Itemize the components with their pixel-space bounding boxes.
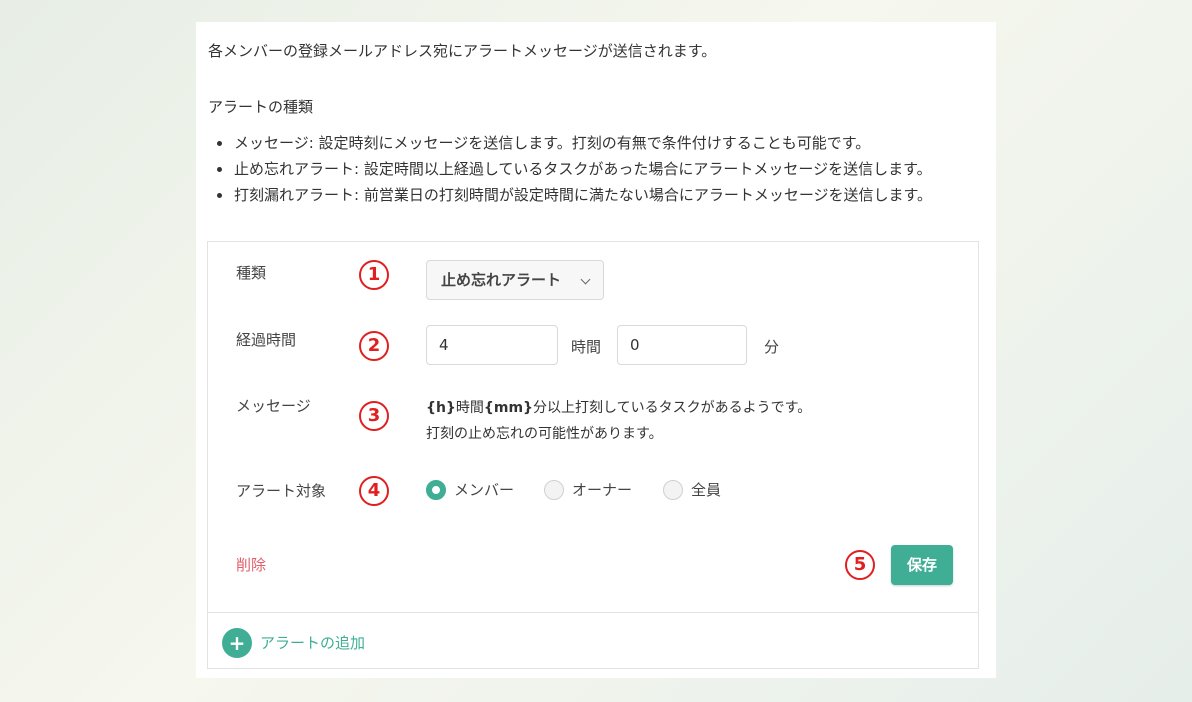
alert-settings-panel: 各メンバーの登録メールアドレス宛にアラートメッセージが送信されます。 アラートの… [196, 22, 996, 678]
alert-type-item: 打刻漏れアラート: 前営業日の打刻時間が設定時間に満たない場合にアラートメッセー… [208, 182, 932, 208]
elapsed-label: 経過時間 [236, 331, 297, 349]
radio-member[interactable]: メンバー [426, 478, 514, 502]
radio-unchecked-icon [544, 480, 564, 500]
hours-unit: 時間 [571, 338, 602, 356]
message-minute-placeholder: {mm} [483, 400, 534, 416]
intro-text: 各メンバーの登録メールアドレス宛にアラートメッセージが送信されます。 [208, 42, 717, 60]
step-1-marker: 1 [358, 259, 390, 291]
radio-owner[interactable]: オーナー [544, 478, 632, 502]
step-5-marker: 5 [844, 549, 876, 581]
minutes-unit: 分 [764, 338, 780, 356]
message-hour-placeholder: {h} [426, 400, 456, 416]
message-line-1: {h}時間{mm}分以上打刻しているタスクがあるようです。 [426, 400, 812, 416]
alert-type-select[interactable]: 止め忘れアラート [426, 260, 604, 300]
delete-link[interactable]: 削除 [236, 554, 266, 575]
alert-type-item: 止め忘れアラート: 設定時間以上経過しているタスクがあった場合にアラートメッセー… [208, 156, 932, 182]
alert-types-list: メッセージ: 設定時刻にメッセージを送信します。打刻の有無で条件付けすることも可… [208, 130, 932, 208]
chevron-down-icon [580, 274, 591, 285]
radio-checked-icon [426, 480, 446, 500]
hours-input[interactable]: 4 [426, 325, 558, 365]
message-label: メッセージ [236, 397, 311, 415]
add-alert-label: アラートの追加 [260, 634, 366, 652]
minutes-input[interactable]: 0 [617, 325, 747, 365]
target-label: アラート対象 [236, 482, 327, 500]
alert-type-selected-value: 止め忘れアラート [441, 271, 562, 289]
save-button[interactable]: 保存 [891, 545, 953, 585]
divider [208, 612, 978, 613]
message-line-2: 打刻の止め忘れの可能性があります。 [426, 426, 663, 442]
step-2-marker: 2 [358, 330, 390, 362]
step-4-marker: 4 [358, 475, 390, 507]
alert-form-card: 種類 1 止め忘れアラート 経過時間 2 4 時間 0 分 メッセージ 3 {h… [207, 241, 979, 669]
radio-unchecked-icon [663, 480, 683, 500]
plus-circle-icon: + [222, 628, 252, 658]
step-3-marker: 3 [358, 400, 390, 432]
type-label: 種類 [236, 264, 267, 282]
message-template: {h}時間{mm}分以上打刻しているタスクがあるようです。 打刻の止め忘れの可能… [426, 395, 811, 447]
radio-all[interactable]: 全員 [663, 478, 721, 502]
add-alert-button[interactable]: + アラートの追加 [222, 628, 365, 658]
alert-type-item: メッセージ: 設定時刻にメッセージを送信します。打刻の有無で条件付けすることも可… [208, 130, 932, 156]
alert-types-heading: アラートの種類 [208, 98, 314, 116]
